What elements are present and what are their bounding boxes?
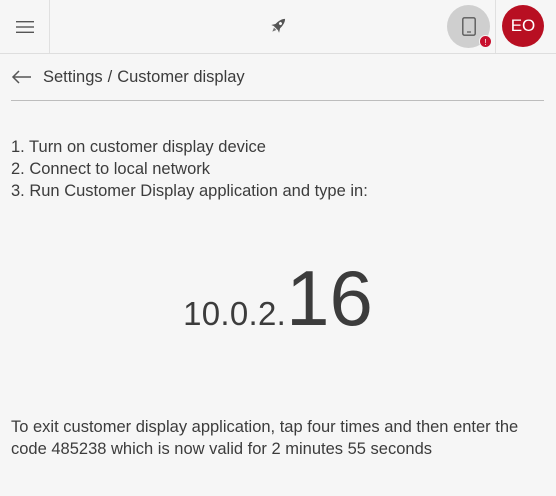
tablet-icon [461, 17, 476, 36]
exit-instructions: To exit customer display application, ta… [11, 418, 519, 458]
arrow-left-icon[interactable] [11, 69, 33, 85]
rocket-icon [271, 18, 286, 33]
header-divider [495, 0, 496, 53]
menu-button[interactable] [0, 0, 50, 53]
breadcrumb-parent[interactable]: Settings [43, 68, 103, 87]
user-avatar[interactable]: EO [502, 5, 544, 47]
breadcrumb-separator: / [107, 67, 113, 86]
instruction-step: 3. Run Customer Display application and … [11, 182, 368, 200]
ip-prefix: 10.0.2. [183, 295, 287, 332]
breadcrumb: Settings / Customer display [11, 62, 544, 92]
top-bar: ! EO [0, 0, 556, 54]
instruction-step: 1. Turn on customer display device [11, 138, 266, 156]
section-divider [11, 100, 544, 101]
instructions-list: 1. Turn on customer display device 2. Co… [11, 136, 544, 202]
instruction-step: 2. Connect to local network [11, 160, 211, 178]
breadcrumb-current: Customer display [117, 67, 245, 86]
hamburger-icon [15, 20, 34, 33]
ip-last-octet: 16 [286, 254, 373, 342]
ip-address: 10.0.2.16 [0, 255, 556, 341]
alert-badge: ! [479, 35, 492, 48]
